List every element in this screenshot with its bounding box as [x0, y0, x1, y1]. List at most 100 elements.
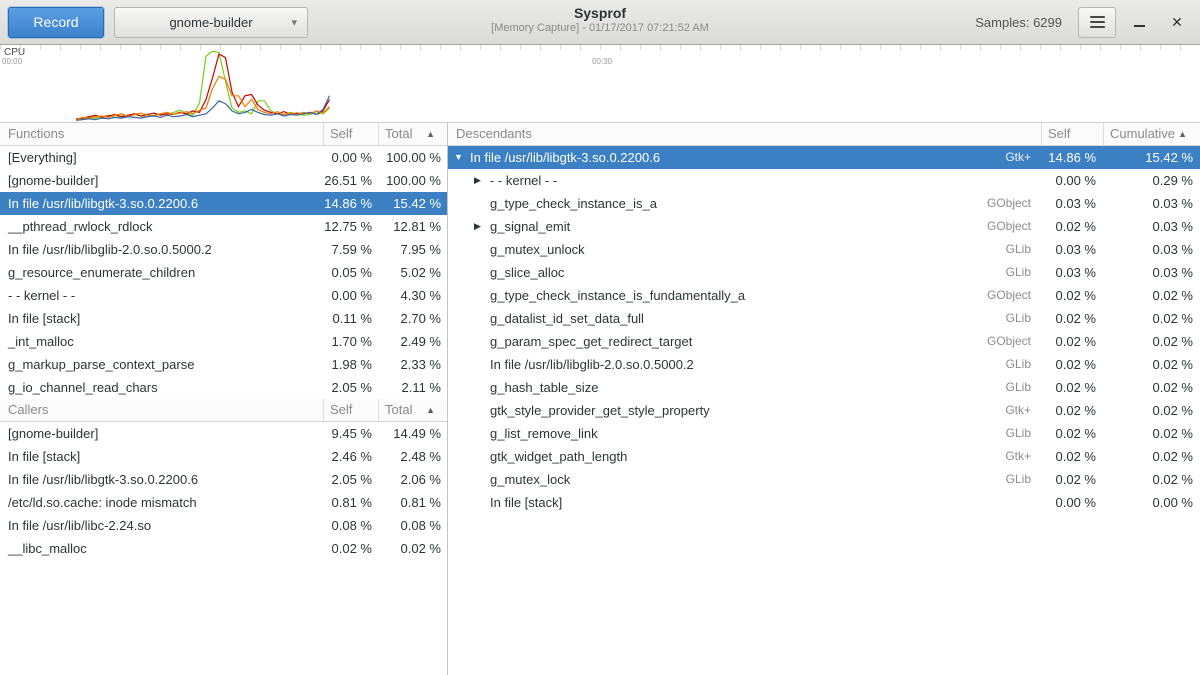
table-row[interactable]: g_param_spec_get_redirect_targetGObject0… [448, 330, 1200, 353]
hamburger-menu-button[interactable] [1078, 7, 1116, 38]
table-row[interactable]: /etc/ld.so.cache: inode mismatch0.81 %0.… [0, 491, 447, 514]
category-label: Gtk+ [1005, 445, 1041, 468]
total-value: 0.02 % [378, 537, 447, 560]
table-row[interactable]: In file [stack]2.46 %2.48 % [0, 445, 447, 468]
table-row[interactable]: [Everything]0.00 %100.00 % [0, 146, 447, 169]
category-label: GObject [987, 284, 1041, 307]
self-value: 0.00 % [1041, 491, 1103, 514]
callers-column-header[interactable]: Callers [0, 399, 323, 421]
total-value: 0.03 % [1103, 215, 1200, 238]
table-row[interactable]: g_resource_enumerate_children0.05 %5.02 … [0, 261, 447, 284]
table-row[interactable]: ▶g_signal_emitGObject0.02 %0.03 % [448, 215, 1200, 238]
table-row[interactable]: __libc_malloc0.02 %0.02 % [0, 537, 447, 560]
hamburger-icon [1090, 16, 1105, 18]
callers-table: [gnome-builder]9.45 %14.49 %In file [sta… [0, 422, 447, 560]
table-row[interactable]: In file [stack]0.00 %0.00 % [448, 491, 1200, 514]
row-label: In file [stack] [8, 307, 80, 330]
table-row[interactable]: gtk_widget_path_lengthGtk+0.02 %0.02 % [448, 445, 1200, 468]
row-label: g_signal_emit [490, 215, 570, 238]
table-row[interactable]: g_type_check_instance_is_aGObject0.03 %0… [448, 192, 1200, 215]
total-value: 0.02 % [1103, 307, 1200, 330]
self-value: 0.02 % [1041, 445, 1103, 468]
row-label: g_datalist_id_set_data_full [490, 307, 644, 330]
total-value: 15.42 % [1103, 146, 1200, 169]
table-row[interactable]: ▼In file /usr/lib/libgtk-3.so.0.2200.6Gt… [448, 146, 1200, 169]
total-value: 0.03 % [1103, 261, 1200, 284]
total-value: 4.30 % [378, 284, 447, 307]
self-column-header[interactable]: Self [1041, 123, 1103, 145]
table-row[interactable]: In file /usr/lib/libglib-2.0.so.0.5000.2… [0, 238, 447, 261]
table-row[interactable]: [gnome-builder]9.45 %14.49 % [0, 422, 447, 445]
right-pane: Descendants Self Cumulative ▲ ▼In file /… [448, 123, 1200, 675]
functions-column-header[interactable]: Functions [0, 123, 323, 145]
total-column-header[interactable]: Total ▲ [378, 399, 447, 421]
row-label: In file /usr/lib/libc-2.24.so [8, 514, 151, 537]
table-row[interactable]: g_list_remove_linkGLib0.02 %0.02 % [448, 422, 1200, 445]
row-label: g_list_remove_link [490, 422, 598, 445]
table-row[interactable]: __pthread_rwlock_rdlock12.75 %12.81 % [0, 215, 447, 238]
table-row[interactable]: g_io_channel_read_chars2.05 %2.11 % [0, 376, 447, 399]
row-label: g_hash_table_size [490, 376, 598, 399]
total-value: 2.33 % [378, 353, 447, 376]
table-row[interactable]: g_markup_parse_context_parse1.98 %2.33 % [0, 353, 447, 376]
close-button[interactable]: ✕ [1162, 7, 1192, 37]
table-row[interactable]: g_slice_allocGLib0.03 %0.03 % [448, 261, 1200, 284]
self-value: 1.70 % [323, 330, 378, 353]
expander-closed-icon[interactable]: ▶ [474, 215, 490, 238]
row-label: g_mutex_lock [490, 468, 570, 491]
category-label: GLib [1006, 238, 1041, 261]
process-selector-dropdown[interactable]: gnome-builder ▾ [114, 7, 308, 38]
table-row[interactable]: g_mutex_lockGLib0.02 %0.02 % [448, 468, 1200, 491]
descendants-column-header[interactable]: Descendants [448, 123, 1041, 145]
chevron-down-icon: ▾ [291, 16, 297, 29]
total-value: 5.02 % [378, 261, 447, 284]
table-row[interactable]: - - kernel - -0.00 %4.30 % [0, 284, 447, 307]
self-value: 0.11 % [323, 307, 378, 330]
self-column-header[interactable]: Self [323, 399, 378, 421]
self-column-header[interactable]: Self [323, 123, 378, 145]
expander-closed-icon[interactable]: ▶ [474, 169, 490, 192]
category-label: GObject [987, 192, 1041, 215]
table-row[interactable]: In file /usr/lib/libgtk-3.so.0.2200.614.… [0, 192, 447, 215]
category-label: GLib [1006, 468, 1041, 491]
table-row[interactable]: g_datalist_id_set_data_fullGLib0.02 %0.0… [448, 307, 1200, 330]
table-row[interactable]: [gnome-builder]26.51 %100.00 % [0, 169, 447, 192]
table-row[interactable]: gtk_style_provider_get_style_propertyGtk… [448, 399, 1200, 422]
minimize-button[interactable] [1124, 7, 1154, 37]
self-value: 9.45 % [323, 422, 378, 445]
self-value: 0.03 % [1041, 192, 1103, 215]
self-value: 26.51 % [323, 169, 378, 192]
record-button[interactable]: Record [8, 7, 104, 38]
table-row[interactable]: _int_malloc1.70 %2.49 % [0, 330, 447, 353]
total-value: 0.02 % [1103, 399, 1200, 422]
row-label: g_markup_parse_context_parse [8, 353, 194, 376]
row-label: - - kernel - - [490, 169, 557, 192]
table-row[interactable]: In file [stack]0.11 %2.70 % [0, 307, 447, 330]
expander-open-icon[interactable]: ▼ [454, 146, 470, 169]
table-row[interactable]: In file /usr/lib/libglib-2.0.so.0.5000.2… [448, 353, 1200, 376]
total-value: 15.42 % [378, 192, 447, 215]
callers-table-header: Callers Self Total ▲ [0, 399, 447, 422]
row-label: In file [stack] [8, 445, 80, 468]
table-row[interactable]: ▶- - kernel - -0.00 %0.29 % [448, 169, 1200, 192]
table-row[interactable]: g_type_check_instance_is_fundamentally_a… [448, 284, 1200, 307]
row-label: __pthread_rwlock_rdlock [8, 215, 153, 238]
total-value: 2.11 % [378, 376, 447, 399]
row-label: g_io_channel_read_chars [8, 376, 158, 399]
self-value: 0.00 % [323, 146, 378, 169]
self-value: 2.05 % [323, 468, 378, 491]
total-value: 0.02 % [1103, 376, 1200, 399]
total-value: 0.03 % [1103, 238, 1200, 261]
table-row[interactable]: In file /usr/lib/libgtk-3.so.0.2200.62.0… [0, 468, 447, 491]
row-label: g_mutex_unlock [490, 238, 585, 261]
cpu-usage-graph[interactable]: CPU 00:00 00:30 [0, 45, 1200, 123]
table-row[interactable]: g_mutex_unlockGLib0.03 %0.03 % [448, 238, 1200, 261]
samples-count: Samples: 6299 [975, 15, 1062, 30]
table-row[interactable]: g_hash_table_sizeGLib0.02 %0.02 % [448, 376, 1200, 399]
cpu-usage-chart [0, 45, 1200, 123]
capture-subtitle: [Memory Capture] - 01/17/2017 07:21:52 A… [390, 22, 810, 34]
table-row[interactable]: In file /usr/lib/libc-2.24.so0.08 %0.08 … [0, 514, 447, 537]
cumulative-column-header[interactable]: Cumulative ▲ [1103, 123, 1200, 145]
total-column-header[interactable]: Total ▲ [378, 123, 447, 145]
row-label: gtk_style_provider_get_style_property [490, 399, 710, 422]
